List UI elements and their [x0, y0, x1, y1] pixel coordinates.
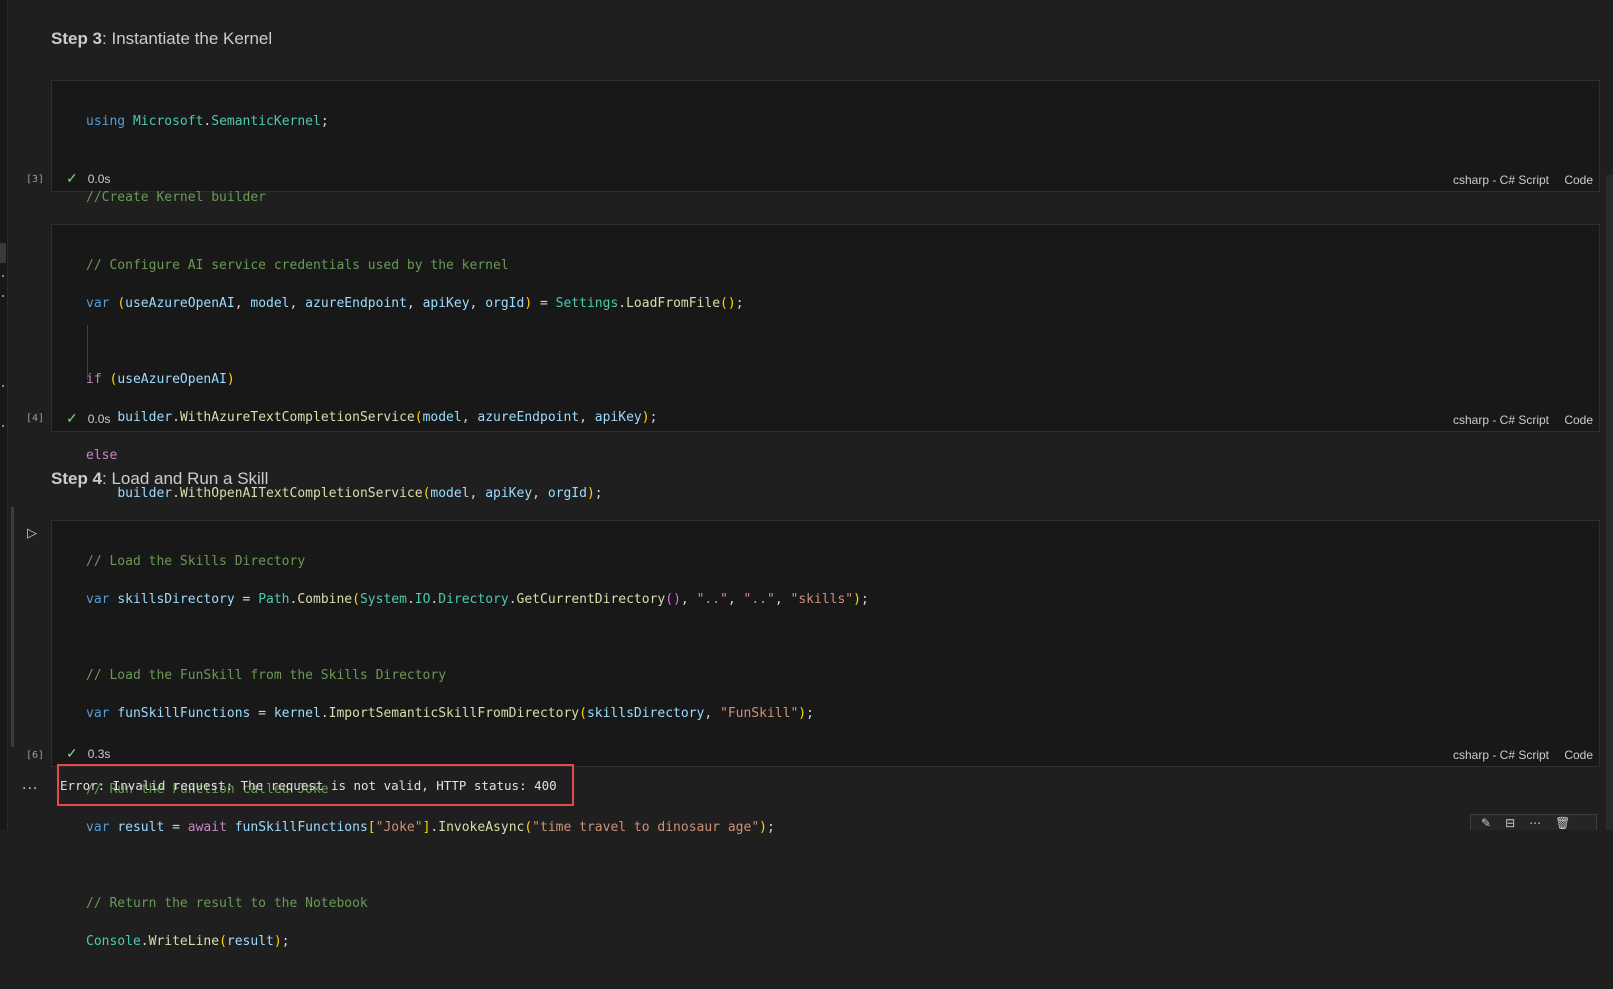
step4-title: : Load and Run a Skill [102, 469, 269, 488]
markdown-step3-heading: Step 3: Instantiate the Kernel [51, 29, 272, 49]
edit-icon[interactable]: ✎ [1481, 816, 1491, 830]
step3-title: : Instantiate the Kernel [102, 29, 273, 48]
cell-status: ✓ 0.3s [66, 745, 110, 762]
execution-time: 0.0s [87, 171, 111, 186]
cell-status: ✓ 0.0s [66, 170, 110, 187]
cell-language[interactable]: csharp - C# Script [1453, 173, 1549, 187]
gutter-marker [0, 243, 6, 263]
cell-toolbar: ✎ ⊟ ⋯ 🗑 [1470, 814, 1597, 830]
execution-time: 0.3s [87, 746, 111, 761]
activity-gutter [0, 0, 8, 830]
cell-kind[interactable]: Code [1564, 413, 1593, 427]
cell-language[interactable]: csharp - C# Script [1453, 748, 1549, 762]
code-cell-3[interactable]: using Microsoft.SemanticKernel; //Create… [51, 80, 1600, 243]
step4-bold: Step 4 [51, 469, 103, 488]
delete-icon[interactable]: 🗑 [1555, 816, 1570, 830]
code-cell-6[interactable]: // Load the Skills Directory var skillsD… [51, 520, 1600, 949]
gutter-dot [2, 295, 4, 297]
output-more-button[interactable]: ... [22, 776, 38, 794]
gutter-dot [2, 275, 4, 277]
play-icon[interactable]: ▷ [23, 524, 41, 542]
markdown-step4-heading: Step 4: Load and Run a Skill [51, 469, 268, 489]
execution-count: [6] [26, 750, 45, 761]
check-icon: ✓ [66, 745, 78, 761]
gutter-dot [2, 425, 4, 427]
execution-count: [3] [26, 174, 45, 185]
cell-focus-bar [11, 507, 14, 747]
more-icon[interactable]: ⋯ [1529, 816, 1541, 830]
split-cell-icon[interactable]: ⊟ [1505, 816, 1515, 830]
cell-kind[interactable]: Code [1564, 173, 1593, 187]
step3-bold: Step 3 [51, 29, 103, 48]
cell-status: ✓ 0.0s [66, 410, 110, 427]
code-cell-4[interactable]: // Configure AI service credentials used… [51, 224, 1600, 577]
execution-time: 0.0s [87, 411, 111, 426]
gutter-dot [2, 385, 4, 387]
code-editor[interactable]: // Load the Skills Directory var skillsD… [86, 533, 869, 989]
execution-count: [4] [26, 413, 45, 424]
error-output: Error: Invalid request: The request is n… [60, 778, 557, 793]
check-icon: ✓ [66, 170, 78, 186]
vertical-scrollbar[interactable] [1606, 175, 1613, 830]
cell-kind[interactable]: Code [1564, 748, 1593, 762]
cell-language[interactable]: csharp - C# Script [1453, 413, 1549, 427]
check-icon: ✓ [66, 410, 78, 426]
